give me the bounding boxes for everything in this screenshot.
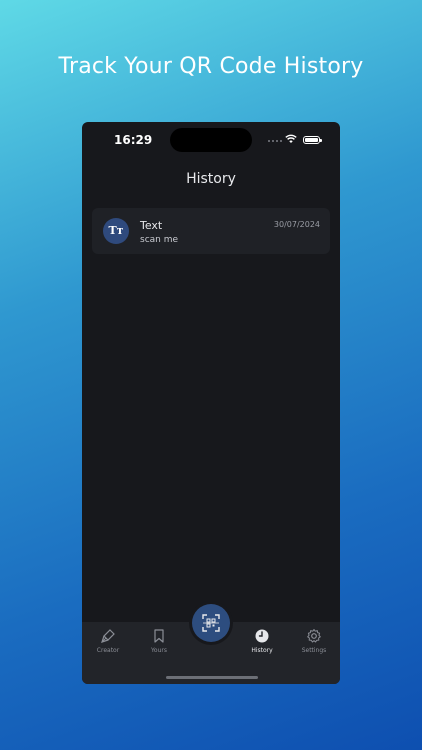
history-item-type: Text: [140, 219, 163, 232]
dynamic-island: [170, 128, 252, 152]
history-item[interactable]: Tт Text scan me 30/07/2024: [92, 208, 330, 254]
tab-yours[interactable]: Yours: [134, 628, 184, 654]
clock-icon: [255, 629, 269, 643]
tab-history[interactable]: History: [237, 628, 287, 654]
scan-qr-button[interactable]: [192, 604, 230, 642]
tab-settings[interactable]: Settings: [289, 628, 339, 654]
tab-yours-label: Yours: [151, 647, 167, 654]
history-item-date: 30/07/2024: [273, 220, 320, 229]
history-item-content: scan me: [140, 235, 179, 245]
page-title: History: [186, 171, 236, 187]
qr-scan-icon: [202, 614, 220, 632]
tab-creator-label: Creator: [96, 647, 120, 654]
bookmark-icon: [154, 629, 164, 643]
battery-icon: [303, 136, 322, 144]
tab-bar: Creator Yours History Settings: [82, 604, 340, 684]
gear-icon: [307, 629, 321, 643]
text-type-icon: Tт: [103, 218, 129, 244]
home-indicator: [166, 676, 258, 679]
status-bar: 16:29: [82, 122, 340, 158]
tab-creator[interactable]: Creator: [83, 628, 133, 654]
tab-settings-label: Settings: [301, 647, 327, 654]
wifi-icon: [285, 134, 297, 143]
status-time: 16:29: [114, 133, 153, 147]
promo-headline: Track Your QR Code History: [58, 54, 364, 79]
cellular-signal-icon: [268, 140, 282, 142]
tab-history-label: History: [251, 647, 273, 654]
brush-icon: [101, 629, 115, 643]
phone-screen: 16:29 History Tт Text scan me 30/07/2024…: [82, 122, 340, 684]
